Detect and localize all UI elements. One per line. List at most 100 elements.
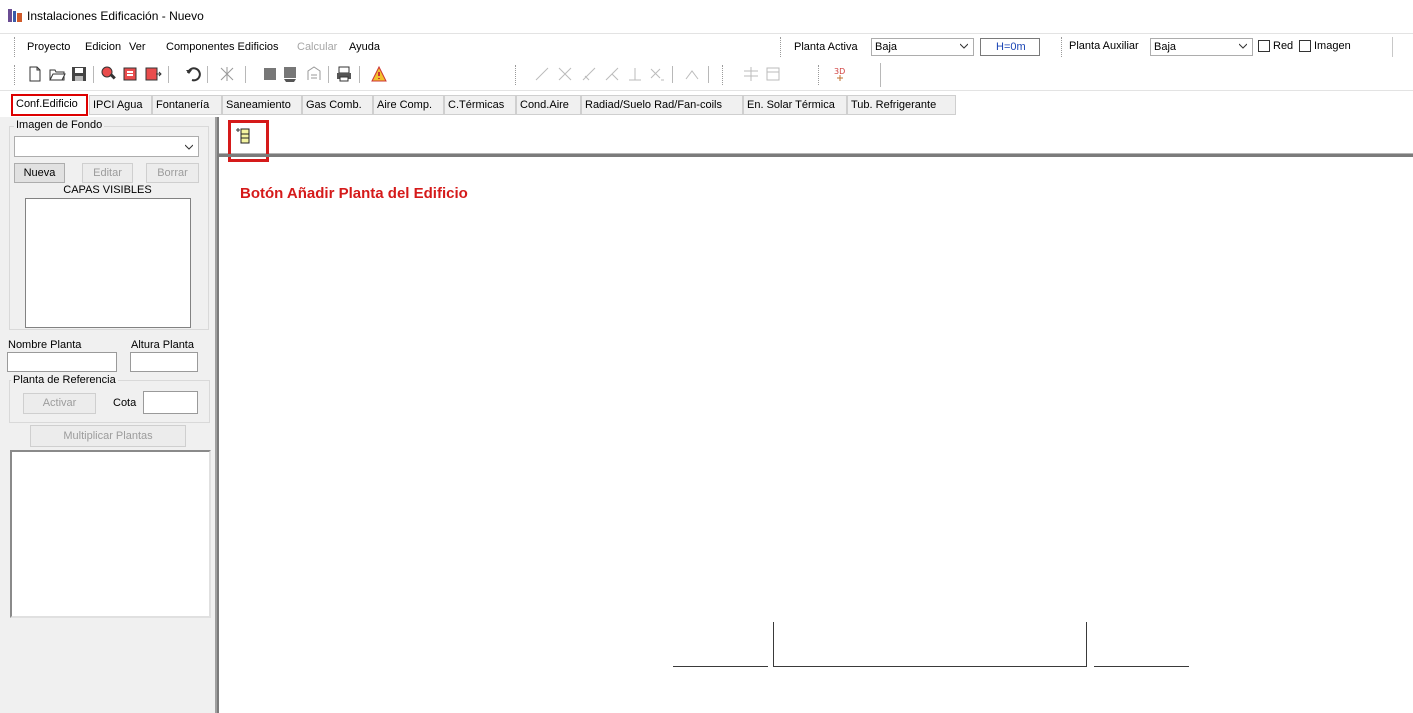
editar-button[interactable]: Editar [82,163,133,183]
export-icon[interactable] [144,65,162,83]
menu-ver[interactable]: Ver [129,41,146,53]
delete-segment-icon[interactable] [648,65,666,83]
tab-ipci-agua[interactable]: IPCI Agua [89,95,152,115]
draw-diagonal-icon[interactable] [580,65,598,83]
divider [708,66,709,83]
height-field[interactable]: H=0m [980,38,1040,56]
grip-handle[interactable] [780,37,783,57]
imagen-fondo-label: Imagen de Fondo [14,119,105,131]
tab-cond-aire[interactable]: Cond.Aire [516,95,581,115]
planta-auxiliar-select[interactable]: Baja [1150,38,1253,56]
drawing-line [1086,622,1087,667]
capas-visibles-list[interactable] [25,198,191,328]
grip-handle[interactable] [818,65,821,85]
window-title: Instalaciones Edificación - Nuevo [27,9,204,23]
open-folder-icon[interactable] [48,65,66,83]
canvas-toolbar [217,117,1413,154]
menu-ayuda[interactable]: Ayuda [349,41,380,53]
annotation-label: Botón Añadir Planta del Edificio [240,185,468,202]
save-icon[interactable] [70,65,88,83]
divider [207,66,208,83]
menu-bar: Proyecto Edicion Ver Componentes Edifici… [0,33,1413,62]
tab-radiad-suelo[interactable]: Radiad/Suelo Rad/Fan-coils [581,95,743,115]
tab-aire-comp[interactable]: Aire Comp. [373,95,444,115]
nombre-planta-label: Nombre Planta [8,339,82,351]
imagen-checkbox[interactable] [1299,40,1311,52]
altura-planta-label: Altura Planta [131,339,194,351]
drawing-line [773,622,774,667]
menu-edicion[interactable]: Edicion [85,41,121,53]
dxf-icon[interactable] [305,65,323,83]
menu-proyecto[interactable]: Proyecto [27,41,70,53]
drawing-line [673,666,768,667]
grip-handle[interactable] [515,65,518,85]
nueva-button[interactable]: Nueva [14,163,65,183]
app-icon [8,9,22,22]
block-icon[interactable] [261,65,279,83]
arrow-up-icon[interactable] [683,65,701,83]
activar-button[interactable]: Activar [23,393,96,414]
window-icon[interactable] [764,65,782,83]
chevron-down-icon [960,43,968,49]
tab-fontaneria[interactable]: Fontanería [152,95,222,115]
nombre-planta-field[interactable] [7,352,117,372]
divider [245,66,246,83]
tab-c-termicas[interactable]: C.Térmicas [444,95,516,115]
drawing-line [1094,666,1189,667]
menu-componentes-edificios[interactable]: Componentes Edificios [166,41,279,53]
grip-handle[interactable] [14,65,17,85]
grip-handle[interactable] [14,37,17,57]
cota-field[interactable] [143,391,198,414]
draw-line-icon[interactable] [533,65,551,83]
orthogonal-icon[interactable] [218,65,236,83]
divider [1392,37,1393,57]
borrar-button[interactable]: Borrar [146,163,199,183]
title-bar: Instalaciones Edificación - Nuevo [0,0,1413,30]
print-icon[interactable] [335,65,353,83]
divider [93,66,94,83]
tab-saneamiento[interactable]: Saneamiento [222,95,302,115]
tab-conf-edificio[interactable]: Conf.Edificio [11,94,88,116]
divider [217,154,1413,157]
align-icon[interactable] [742,65,760,83]
imagen-fondo-select[interactable] [14,136,199,157]
divider [359,66,360,83]
tab-gas-comb[interactable]: Gas Comb. [302,95,373,115]
warning-icon[interactable] [370,65,388,83]
tab-en-solar-termica[interactable]: En. Solar Térmica [743,95,847,115]
grip-handle[interactable] [1061,37,1064,57]
planta-activa-select[interactable]: Baja [871,38,974,56]
perpendicular-icon[interactable] [626,65,644,83]
new-file-icon[interactable] [26,65,44,83]
search-icon[interactable] [100,65,118,83]
left-panel: Imagen de Fondo Nueva Editar Borrar CAPA… [0,117,217,713]
grip-handle[interactable] [722,65,725,85]
imagen-label: Imagen [1314,40,1351,52]
divider [168,66,169,83]
multiplicar-plantas-button[interactable]: Multiplicar Plantas [30,425,186,447]
layers-icon[interactable] [281,65,299,83]
chevron-down-icon [1239,43,1247,49]
divider [217,117,219,713]
cota-label: Cota [113,397,137,409]
find-replace-icon[interactable] [122,65,140,83]
tab-bar: Conf.Edificio IPCI Agua Fontanería Sanea… [0,93,1413,117]
undo-icon[interactable] [184,65,202,83]
3d-view-icon[interactable]: 3D [832,65,850,83]
plantas-list[interactable] [10,450,211,618]
red-checkbox[interactable] [1258,40,1270,52]
menu-calcular[interactable]: Calcular [297,41,337,53]
drawing-line [773,666,1087,667]
svg-text:3D: 3D [834,67,845,76]
tab-tub-refrigerante[interactable]: Tub. Refrigerante [847,95,956,115]
planta-referencia-label: Planta de Referencia [11,374,118,386]
capas-visibles-label: CAPAS VISIBLES [63,184,152,196]
drawing-canvas[interactable]: Botón Añadir Planta del Edificio [217,117,1413,713]
main-toolbar: 3D [0,61,1413,91]
planta-auxiliar-label: Planta Auxiliar [1069,40,1139,52]
branch-icon[interactable] [603,65,621,83]
planta-activa-label: Planta Activa [794,41,858,53]
cross-icon[interactable] [556,65,574,83]
altura-planta-field[interactable] [130,352,198,372]
chevron-down-icon [185,144,193,150]
